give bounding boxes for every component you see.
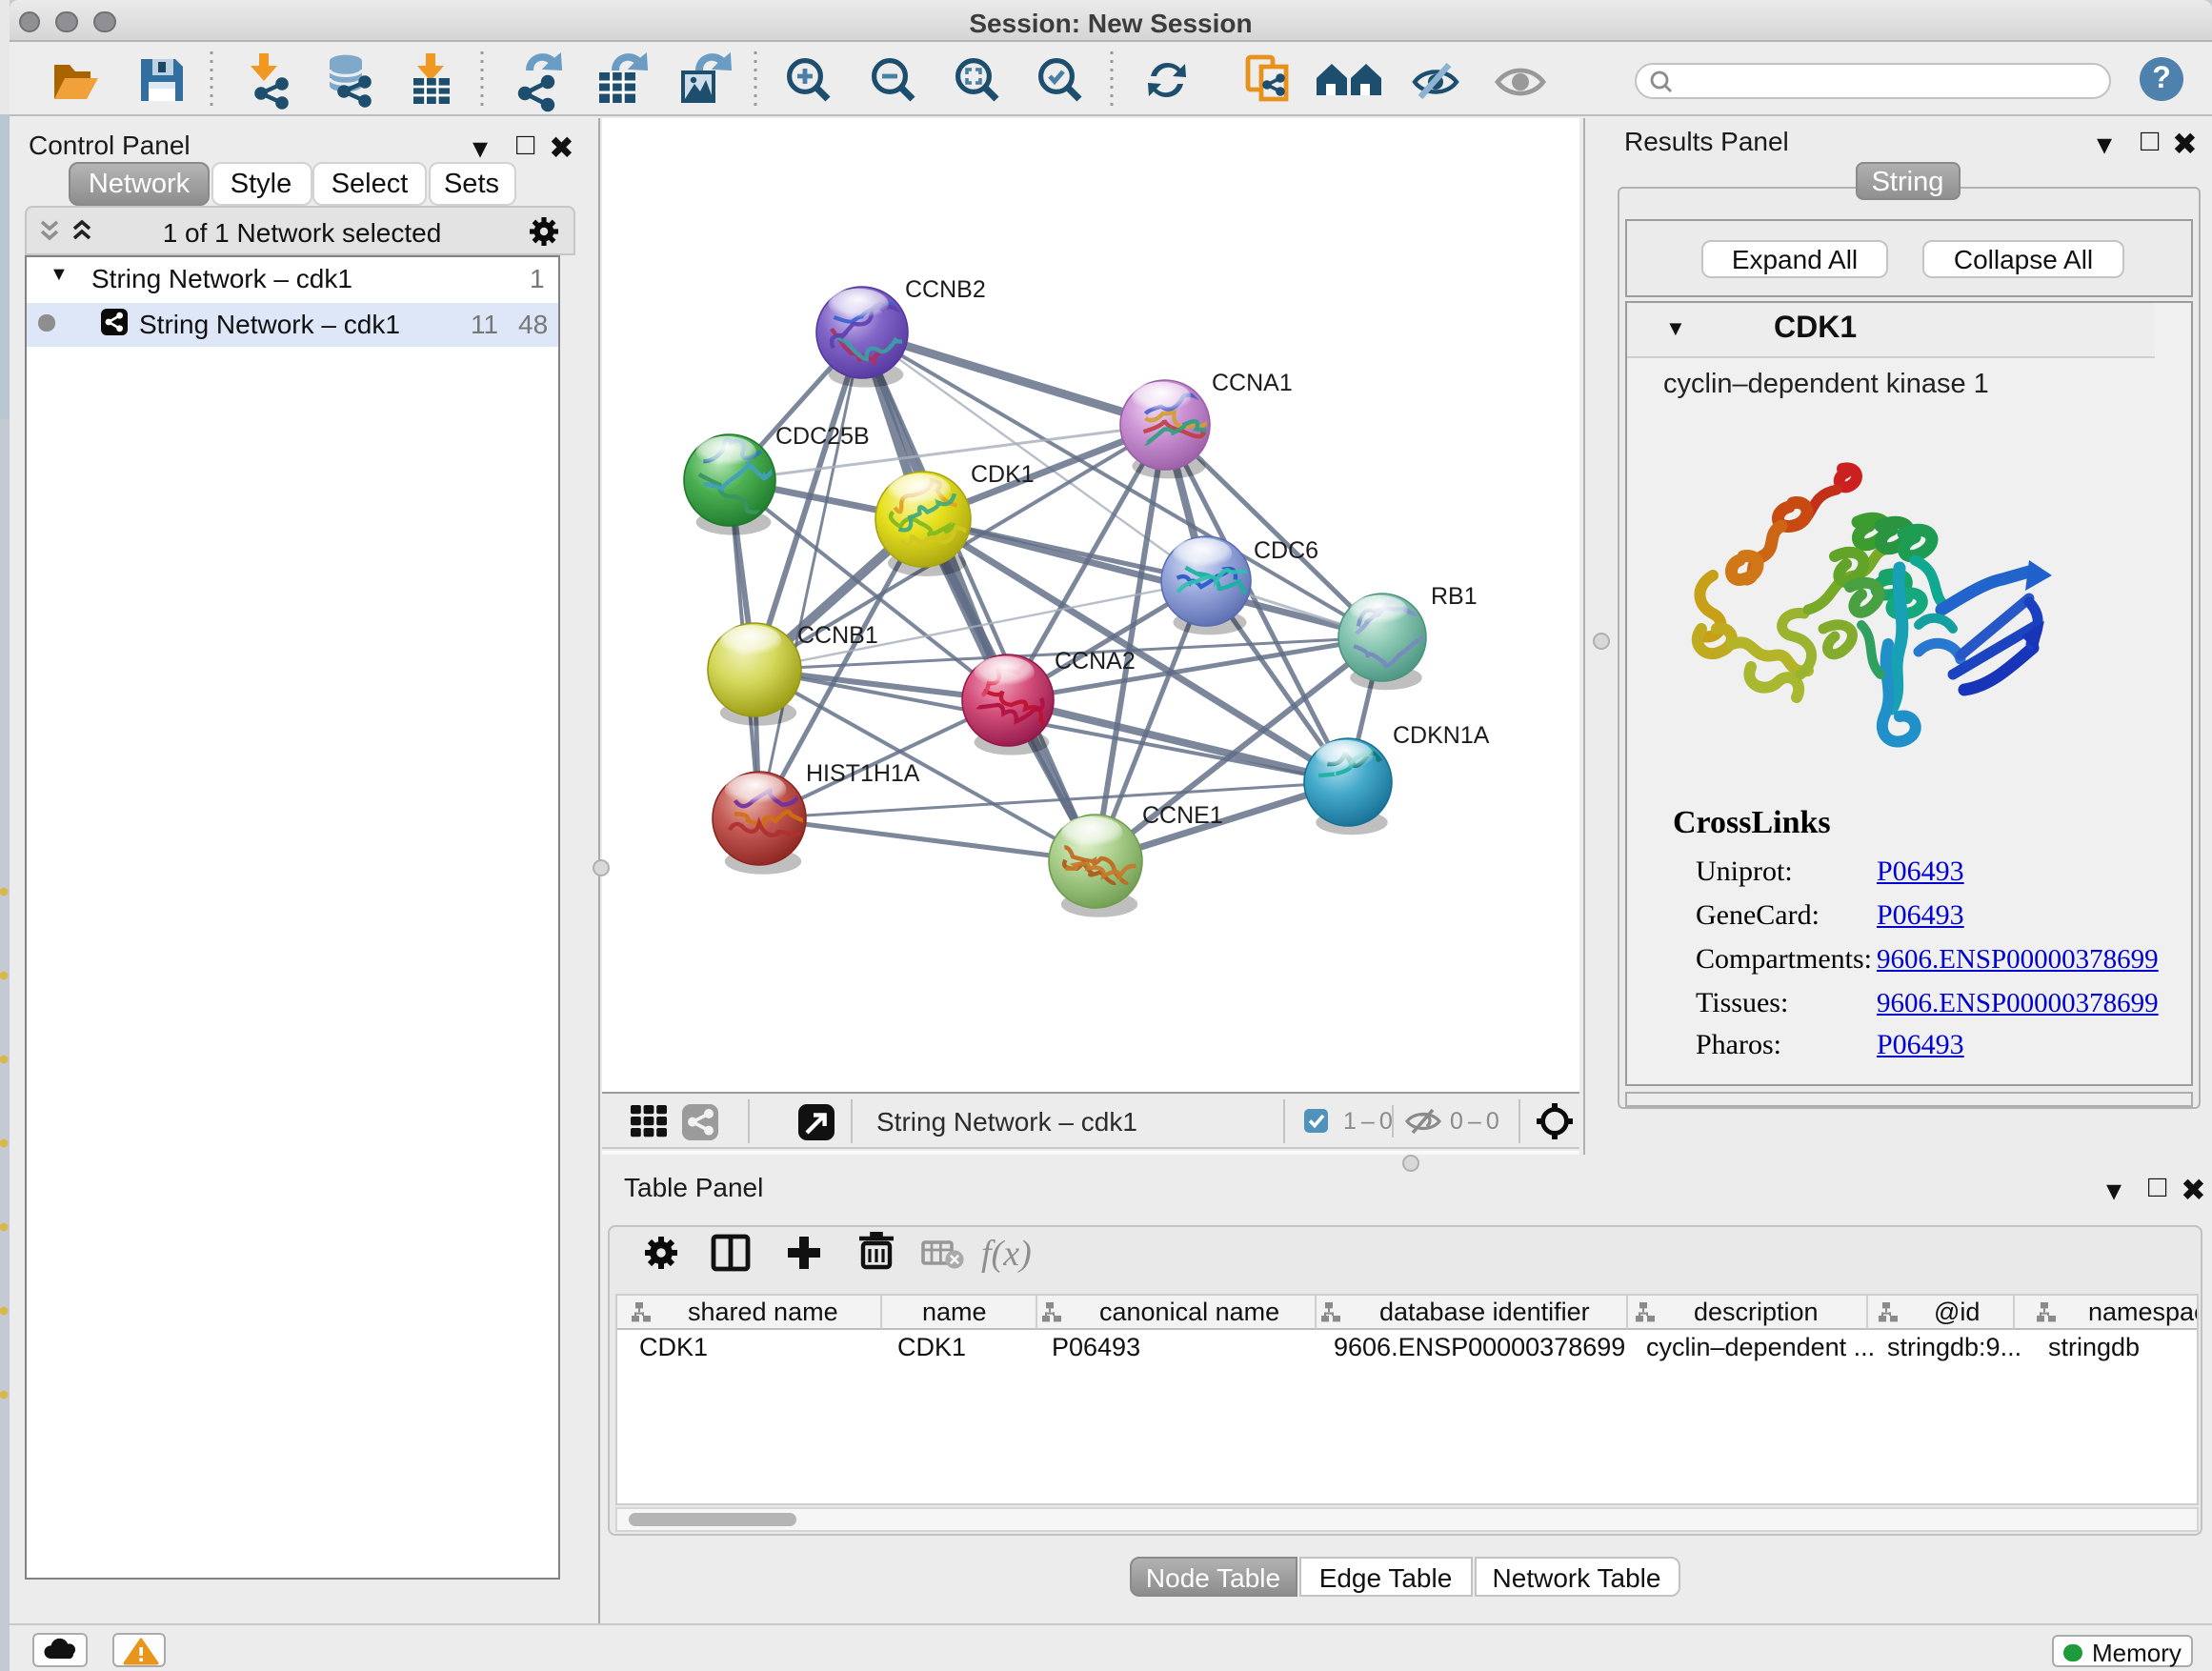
svg-text:CCNB2: CCNB2 xyxy=(904,276,985,303)
svg-text:CCNA2: CCNA2 xyxy=(1054,648,1135,674)
svg-text:namespac: namespac xyxy=(2088,1298,2197,1326)
svg-text:String Network – cdk1: String Network – cdk1 xyxy=(875,1107,1136,1137)
svg-text:cyclin–dependent ...: cyclin–dependent ... xyxy=(1646,1333,1875,1361)
svg-text:@id: @id xyxy=(1934,1298,1980,1326)
svg-text:name: name xyxy=(922,1298,987,1326)
svg-text:CDC25B: CDC25B xyxy=(774,423,869,450)
svg-text:CCNB1: CCNB1 xyxy=(796,622,877,649)
svg-text:stringdb: stringdb xyxy=(2048,1333,2140,1361)
svg-text:CDKN1A: CDKN1A xyxy=(1392,722,1489,749)
svg-text:database identifier: database identifier xyxy=(1379,1298,1590,1326)
svg-text:CCNA1: CCNA1 xyxy=(1211,370,1292,396)
svg-text:canonical name: canonical name xyxy=(1099,1298,1279,1326)
svg-text:CDK1: CDK1 xyxy=(897,1333,966,1361)
svg-text:CDK1: CDK1 xyxy=(970,461,1034,488)
svg-text:f(x): f(x) xyxy=(981,1234,1032,1274)
svg-text:shared name: shared name xyxy=(688,1298,838,1326)
svg-text:CDK1: CDK1 xyxy=(639,1333,708,1361)
svg-text:description: description xyxy=(1694,1298,1819,1326)
svg-text:9606.ENSP00000378699: 9606.ENSP00000378699 xyxy=(1334,1333,1625,1361)
svg-text:P06493: P06493 xyxy=(1052,1333,1140,1361)
svg-text:stringdb:9...: stringdb:9... xyxy=(1887,1333,2021,1361)
svg-text:CCNE1: CCNE1 xyxy=(1141,802,1222,829)
svg-text:CDC6: CDC6 xyxy=(1253,537,1317,564)
svg-text:RB1: RB1 xyxy=(1430,583,1477,610)
svg-text:1 – 0: 1 – 0 xyxy=(1342,1108,1392,1135)
svg-text:HIST1H1A: HIST1H1A xyxy=(805,760,919,787)
svg-text:0 – 0: 0 – 0 xyxy=(1449,1108,1498,1135)
